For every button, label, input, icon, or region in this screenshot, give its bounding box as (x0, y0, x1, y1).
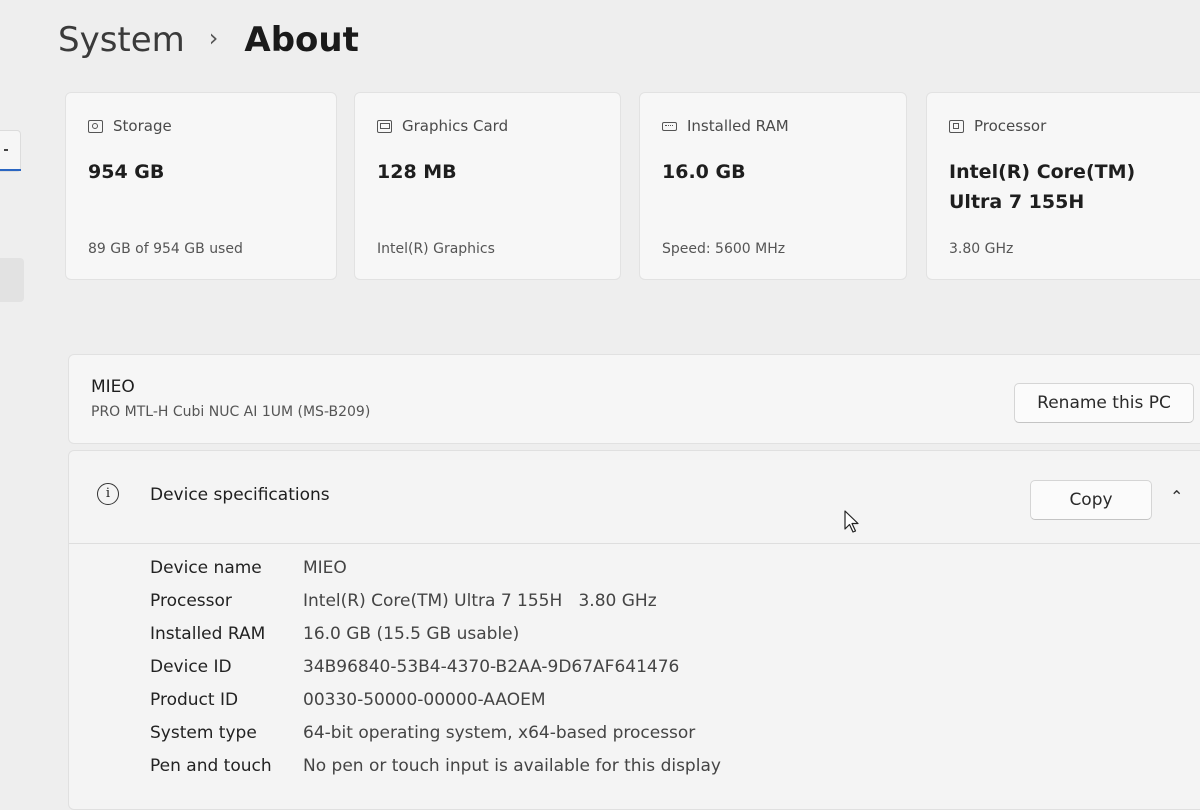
spec-value: 64-bit operating system, x64-based proce… (303, 722, 696, 743)
card-subtext: Speed: 5600 MHz (662, 241, 786, 257)
info-icon: i (97, 483, 119, 505)
card-subtext: Intel(R) Graphics (377, 241, 495, 257)
processor-card[interactable]: Processor Intel(R) Core(TM) Ultra 7 155H… (926, 92, 1200, 280)
spec-row-pen-and-touch: Pen and touch No pen or touch input is a… (150, 749, 721, 782)
spec-row-processor: Processor Intel(R) Core(TM) Ultra 7 155H… (150, 584, 721, 617)
spec-label: Device name (150, 557, 262, 578)
spec-value: 16.0 GB (15.5 GB usable) (303, 623, 520, 644)
card-title: Storage (113, 117, 172, 135)
spec-label: System type (150, 722, 257, 743)
mouse-cursor-icon (844, 510, 859, 533)
card-value: 16.0 GB (662, 161, 746, 183)
card-header: Graphics Card (377, 117, 508, 135)
breadcrumb: System › About (58, 20, 359, 60)
card-header: Installed RAM (662, 117, 789, 135)
copy-button[interactable]: Copy (1030, 480, 1152, 520)
breadcrumb-system[interactable]: System (58, 20, 185, 60)
rename-pc-button[interactable]: Rename this PC (1014, 383, 1194, 423)
spec-row-device-id: Device ID 34B96840-53B4-4370-B2AA-9D67AF… (150, 650, 721, 683)
card-value: 128 MB (377, 161, 457, 183)
nav-focus-indicator (0, 169, 21, 171)
back-arrow-icon (4, 149, 8, 151)
chevron-right-icon: › (208, 24, 219, 52)
graphics-card-card[interactable]: Graphics Card 128 MB Intel(R) Graphics (354, 92, 621, 280)
card-header: Processor (949, 117, 1046, 135)
pc-name: MIEO (91, 377, 135, 397)
device-specifications-header[interactable]: i Device specifications Copy ⌃ (69, 451, 1200, 544)
pc-model: PRO MTL-H Cubi NUC AI 1UM (MS-B209) (91, 404, 371, 420)
storage-card[interactable]: Storage 954 GB 89 GB of 954 GB used (65, 92, 337, 280)
card-title: Processor (974, 117, 1047, 135)
nav-item-selected[interactable] (0, 258, 24, 302)
card-header: Storage (88, 117, 172, 135)
graphics-card-icon (377, 119, 392, 133)
processor-icon (949, 119, 964, 133)
card-subtext: 3.80 GHz (949, 241, 1014, 257)
spec-label: Pen and touch (150, 755, 272, 776)
card-value: 954 GB (88, 161, 165, 183)
spec-value: Intel(R) Core(TM) Ultra 7 155H 3.80 GHz (303, 590, 657, 611)
page-title: About (244, 20, 359, 60)
ram-icon (662, 121, 677, 131)
section-title: Device specifications (150, 485, 330, 505)
storage-icon (88, 119, 103, 133)
spec-label: Product ID (150, 689, 239, 710)
spec-row-product-id: Product ID 00330-50000-00000-AAOEM (150, 683, 721, 716)
nav-back-button[interactable] (0, 130, 21, 172)
chevron-up-icon[interactable]: ⌃ (1170, 487, 1183, 506)
card-value: Intel(R) Core(TM) Ultra 7 155H (949, 161, 1136, 213)
spec-list: Device name MIEO Processor Intel(R) Core… (150, 551, 721, 782)
spec-value: MIEO (303, 557, 347, 578)
device-specifications-panel: i Device specifications Copy ⌃ Device na… (68, 450, 1200, 810)
installed-ram-card[interactable]: Installed RAM 16.0 GB Speed: 5600 MHz (639, 92, 907, 280)
spec-row-system-type: System type 64-bit operating system, x64… (150, 716, 721, 749)
spec-value: 00330-50000-00000-AAOEM (303, 689, 546, 710)
pc-name-section: MIEO PRO MTL-H Cubi NUC AI 1UM (MS-B209)… (68, 354, 1200, 444)
card-title: Graphics Card (402, 117, 509, 135)
spec-label: Processor (150, 590, 232, 611)
spec-row-device-name: Device name MIEO (150, 551, 721, 584)
spec-row-installed-ram: Installed RAM 16.0 GB (15.5 GB usable) (150, 617, 721, 650)
card-subtext: 89 GB of 954 GB used (88, 241, 243, 257)
spec-value: No pen or touch input is available for t… (303, 755, 721, 776)
spec-label: Installed RAM (150, 623, 266, 644)
card-title: Installed RAM (687, 117, 789, 135)
spec-value: 34B96840-53B4-4370-B2AA-9D67AF641476 (303, 656, 680, 677)
spec-label: Device ID (150, 656, 232, 677)
